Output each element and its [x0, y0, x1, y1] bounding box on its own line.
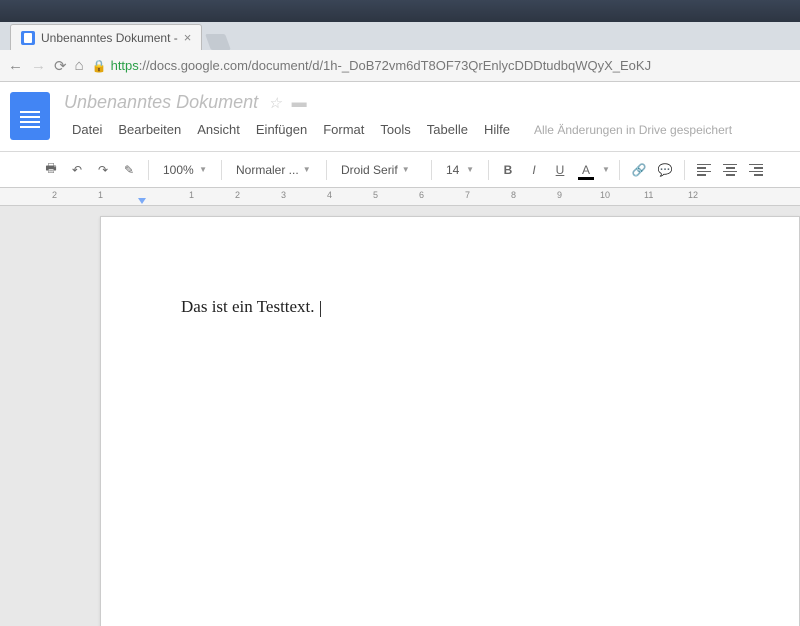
chevron-down-icon: ▼ — [303, 165, 311, 174]
docs-header: Unbenanntes Dokument ☆ ▬ Datei Bearbeite… — [0, 82, 800, 152]
horizontal-ruler[interactable]: 2 1 1 2 3 4 5 6 7 8 9 10 11 12 — [0, 188, 800, 206]
separator — [684, 160, 685, 180]
text-cursor-icon — [320, 301, 321, 317]
ruler-tick: 1 — [98, 190, 103, 200]
paint-format-icon[interactable]: ✎ — [118, 158, 140, 182]
ruler-tick: 7 — [465, 190, 470, 200]
separator — [619, 160, 620, 180]
menu-tools[interactable]: Tools — [372, 119, 418, 140]
menu-bearbeiten[interactable]: Bearbeiten — [110, 119, 189, 140]
font-value: Droid Serif — [341, 163, 398, 177]
browser-tab[interactable]: Unbenanntes Dokument - × — [10, 24, 202, 50]
indent-marker-icon[interactable] — [138, 198, 146, 204]
separator — [488, 160, 489, 180]
size-value: 14 — [446, 163, 459, 177]
text-color-chevron[interactable]: ▼ — [601, 158, 611, 182]
doc-title[interactable]: Unbenanntes Dokument — [64, 92, 258, 113]
url-path: ://docs.google.com/document/d/1h-_DoB72v… — [139, 58, 651, 73]
docs-titlearea: Unbenanntes Dokument ☆ ▬ Datei Bearbeite… — [64, 92, 790, 151]
italic-button[interactable]: I — [523, 158, 545, 182]
ruler-tick: 12 — [688, 190, 698, 200]
chevron-down-icon: ▼ — [402, 165, 410, 174]
ruler-tick: 11 — [644, 190, 653, 200]
docs-favicon-icon — [21, 31, 35, 45]
zoom-dropdown[interactable]: 100% ▼ — [157, 158, 213, 182]
chevron-down-icon: ▼ — [466, 165, 474, 174]
undo-icon[interactable]: ↶ — [66, 158, 88, 182]
close-tab-icon[interactable]: × — [184, 30, 192, 45]
insert-comment-icon[interactable]: 💬 — [654, 158, 676, 182]
back-icon[interactable]: ← — [8, 57, 23, 74]
lock-icon: 🔒 — [92, 59, 107, 73]
save-status: Alle Änderungen in Drive gespeichert — [534, 123, 732, 137]
ruler-tick: 8 — [511, 190, 516, 200]
menu-datei[interactable]: Datei — [64, 119, 110, 140]
formatting-toolbar: 🖶 ↶ ↷ ✎ 100% ▼ Normaler ... ▼ Droid Seri… — [0, 152, 800, 188]
address-bar[interactable]: 🔒 https ://docs.google.com/document/d/1h… — [92, 58, 792, 73]
document-canvas: Das ist ein Testtext. — [0, 206, 800, 626]
menu-format[interactable]: Format — [315, 119, 372, 140]
align-left-button[interactable] — [693, 158, 715, 182]
separator — [431, 160, 432, 180]
document-page[interactable]: Das ist ein Testtext. — [100, 216, 800, 626]
font-size-dropdown[interactable]: 14 ▼ — [440, 158, 480, 182]
menu-ansicht[interactable]: Ansicht — [189, 119, 248, 140]
paragraph-style-dropdown[interactable]: Normaler ... ▼ — [230, 158, 318, 182]
document-body-text[interactable]: Das ist ein Testtext. — [181, 297, 315, 316]
separator — [148, 160, 149, 180]
folder-icon[interactable]: ▬ — [292, 94, 307, 111]
ruler-tick: 6 — [419, 190, 424, 200]
docs-logo-icon[interactable] — [10, 92, 50, 140]
ruler-tick: 1 — [189, 190, 194, 200]
print-icon[interactable]: 🖶 — [40, 158, 62, 182]
ruler-tick: 2 — [52, 190, 57, 200]
menu-hilfe[interactable]: Hilfe — [476, 119, 518, 140]
browser-tabstrip: Unbenanntes Dokument - × — [0, 22, 800, 50]
new-tab-button[interactable] — [205, 34, 231, 50]
doc-title-row: Unbenanntes Dokument ☆ ▬ — [64, 92, 790, 113]
reload-icon[interactable]: ⟳ — [54, 57, 67, 75]
bold-button[interactable]: B — [497, 158, 519, 182]
ruler-tick: 3 — [281, 190, 286, 200]
window-titlebar — [0, 0, 800, 22]
style-value: Normaler ... — [236, 163, 299, 177]
chevron-down-icon: ▼ — [199, 165, 207, 174]
menu-tabelle[interactable]: Tabelle — [419, 119, 476, 140]
ruler-tick: 4 — [327, 190, 332, 200]
tab-title: Unbenanntes Dokument - — [41, 31, 178, 45]
redo-icon[interactable]: ↷ — [92, 158, 114, 182]
zoom-value: 100% — [163, 163, 194, 177]
star-icon[interactable]: ☆ — [268, 94, 281, 112]
align-right-button[interactable] — [745, 158, 767, 182]
menu-bar: Datei Bearbeiten Ansicht Einfügen Format… — [64, 119, 790, 140]
ruler-tick: 5 — [373, 190, 378, 200]
align-center-button[interactable] — [719, 158, 741, 182]
menu-einfuegen[interactable]: Einfügen — [248, 119, 315, 140]
browser-toolbar: ← → ⟳ ⌂ 🔒 https ://docs.google.com/docum… — [0, 50, 800, 82]
url-scheme: https — [111, 58, 139, 73]
ruler-tick: 9 — [557, 190, 562, 200]
home-icon[interactable]: ⌂ — [75, 57, 84, 74]
forward-icon[interactable]: → — [31, 57, 46, 74]
font-dropdown[interactable]: Droid Serif ▼ — [335, 158, 423, 182]
text-color-button[interactable]: A — [575, 158, 597, 182]
ruler-tick: 2 — [235, 190, 240, 200]
separator — [326, 160, 327, 180]
separator — [221, 160, 222, 180]
underline-button[interactable]: U — [549, 158, 571, 182]
ruler-tick: 10 — [600, 190, 610, 200]
insert-link-icon[interactable]: 🔗 — [628, 158, 650, 182]
